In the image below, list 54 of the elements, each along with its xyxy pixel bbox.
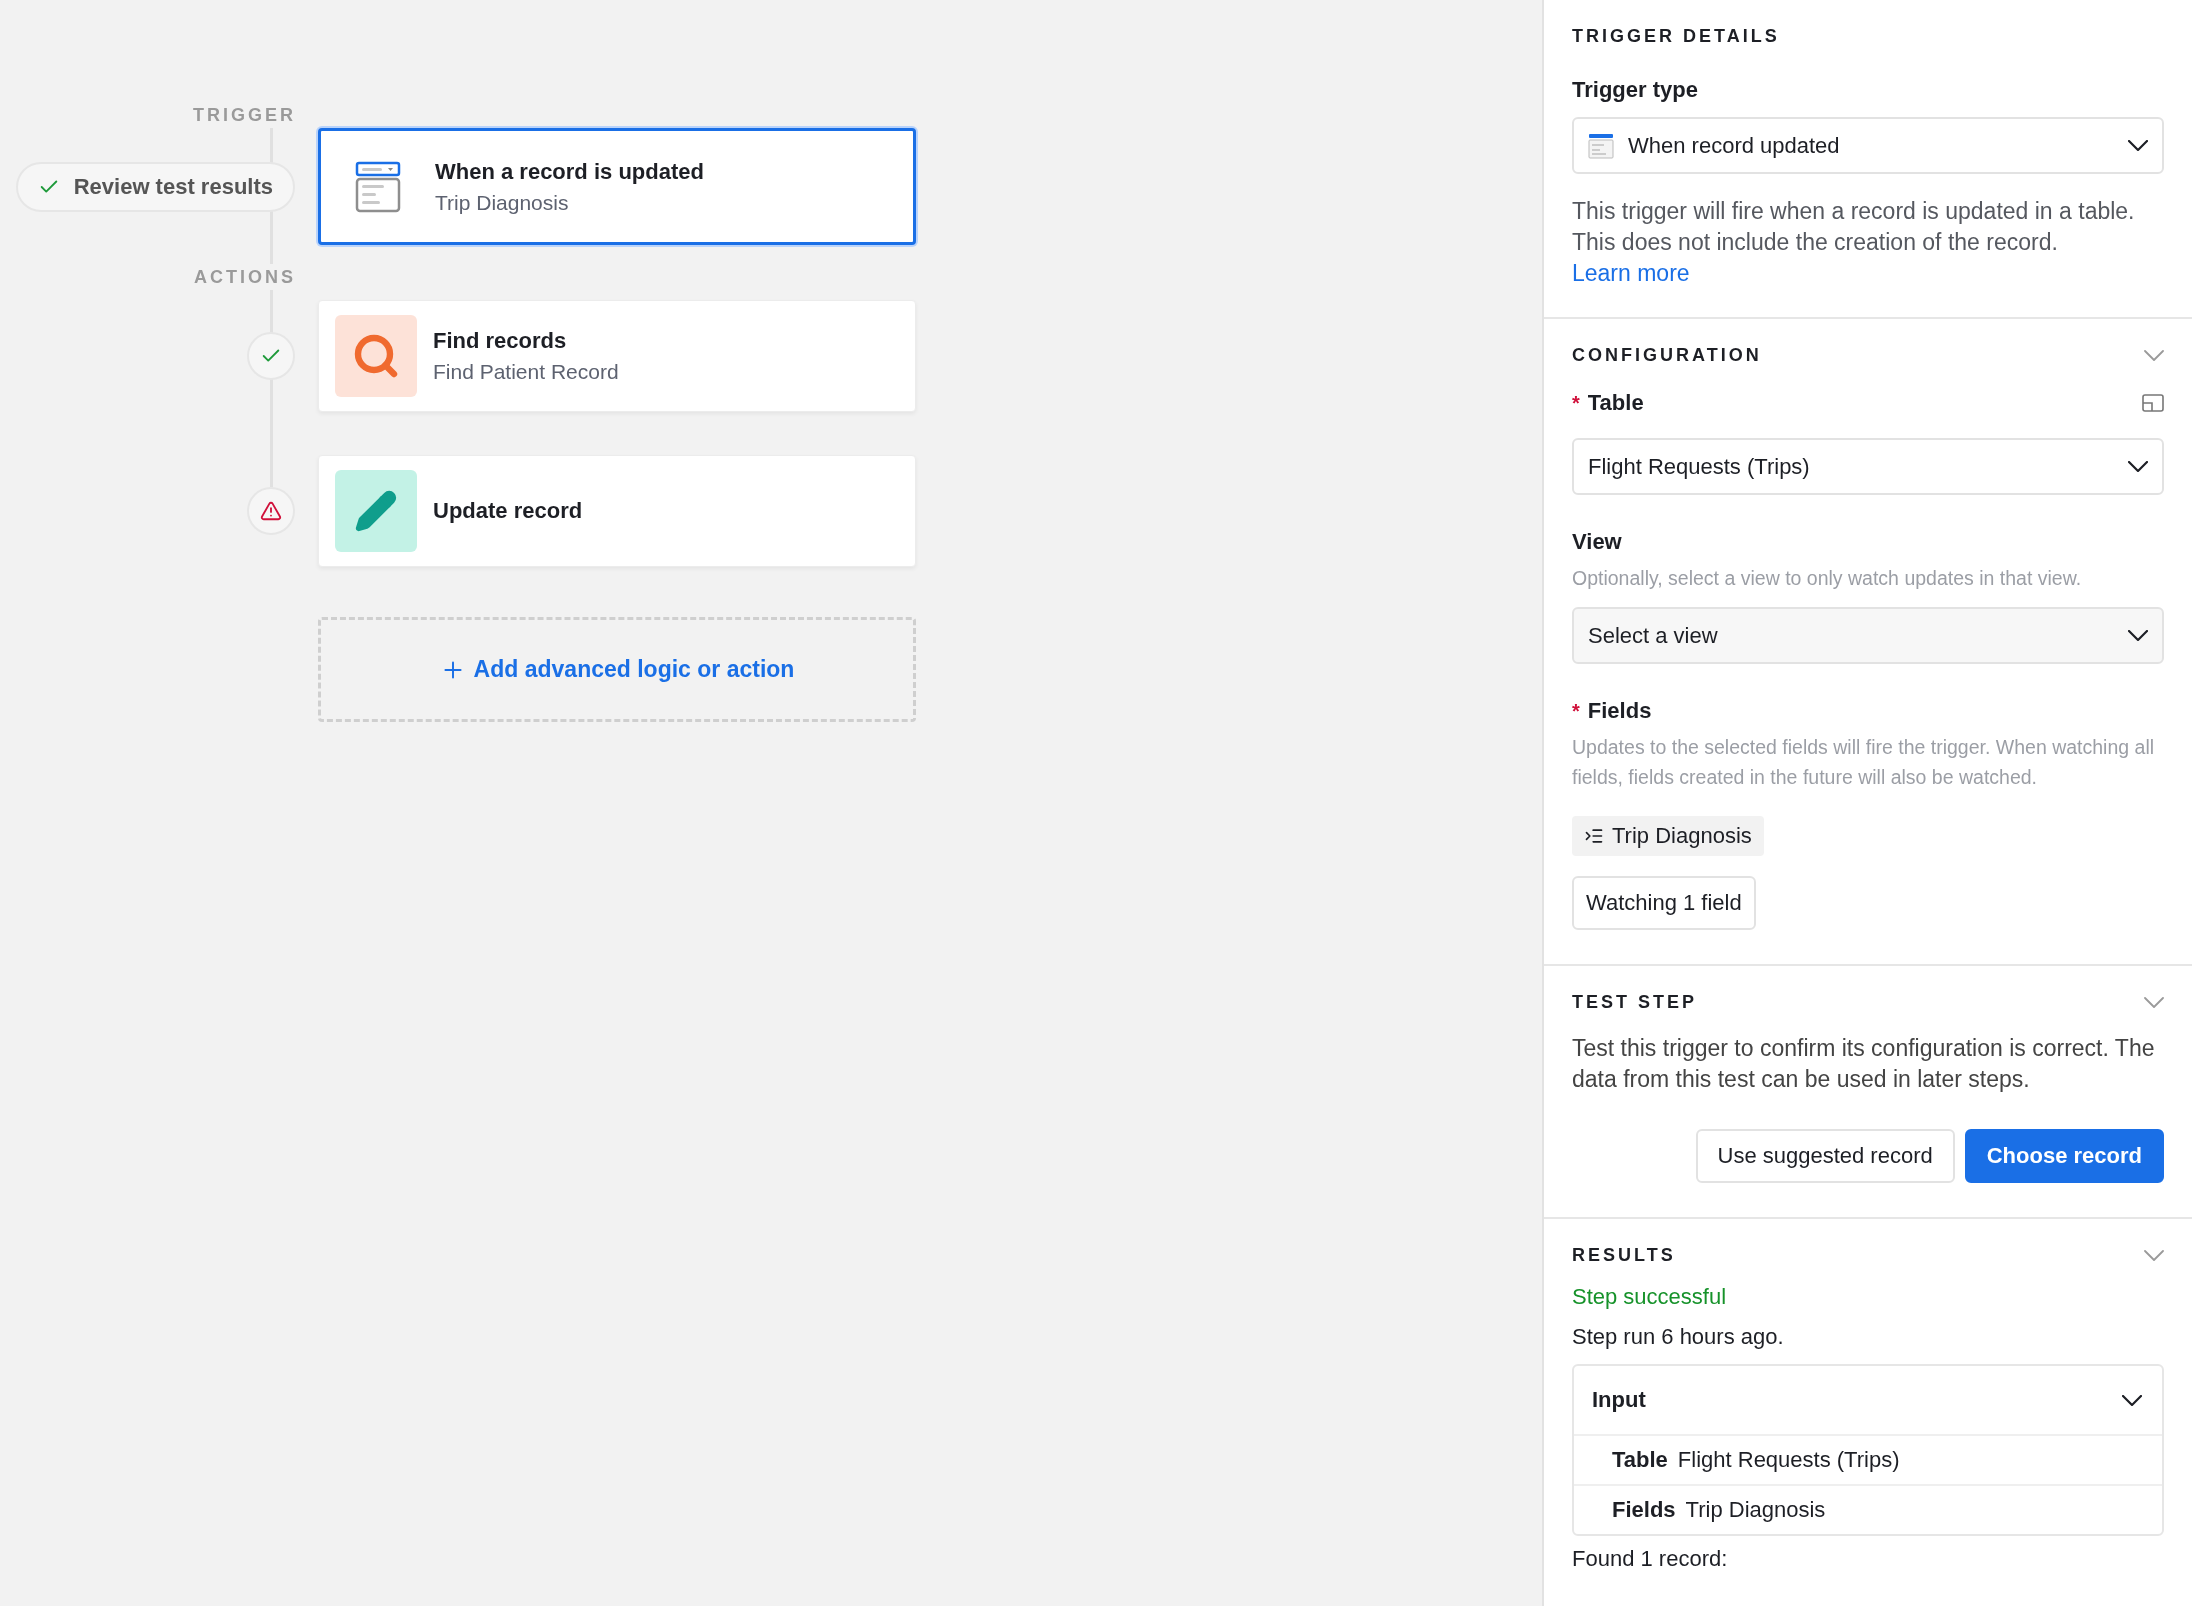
result-status: Step successful [1572, 1284, 1728, 1310]
section-heading: RESULTS [1572, 1245, 1676, 1266]
field-label: Trigger type [1572, 77, 1698, 103]
expand-panel-icon[interactable] [2142, 394, 2164, 412]
test-step-description: Test this trigger to confirm its configuration is correct. The data from this test can be used in later steps. [1572, 1034, 2156, 1094]
form-icon [1588, 132, 1614, 159]
section-heading: TRIGGER DETAILS [1572, 26, 1781, 47]
pencil-icon [354, 489, 398, 533]
field-label: View [1572, 529, 1622, 555]
warning-icon [260, 500, 282, 522]
section-heading: CONFIGURATION [1572, 345, 1762, 366]
input-key: Fields [1612, 1497, 1676, 1523]
run-info: Step run 6 hours ago. [1572, 1324, 1785, 1350]
review-test-results-button[interactable]: Review test results [15, 162, 295, 212]
step-title: Update record [433, 498, 583, 524]
chevron-down-icon [2128, 630, 2148, 641]
step-title: When a record is updated [435, 158, 704, 185]
trigger-description: This trigger will fire when a record is updated in a table. This does not include the creation of the record. Learn more [1572, 197, 2136, 288]
field-hint: Updates to the selected fields will fire the trigger. When watching all fields, fields created in the future will also be watched. [1572, 735, 2156, 790]
learn-more-link[interactable]: Learn more [1572, 260, 1690, 286]
suggested-record-button[interactable]: Use suggested record [1695, 1129, 1955, 1183]
input-key: Table [1612, 1447, 1668, 1473]
chevron-down-icon[interactable] [2144, 1250, 2164, 1261]
field-label: Fields [1587, 698, 1652, 724]
step-subtitle: Trip Diagnosis [435, 190, 570, 215]
step-card[interactable]: When a record is updated Trip Diagnosis [318, 128, 916, 245]
step-card[interactable]: Find records Find Patient Record [318, 300, 916, 412]
field-label: Table [1587, 390, 1644, 416]
found-count: Found 1 record: [1572, 1546, 1729, 1572]
required-marker: * [1572, 699, 1580, 723]
watching-fields-button[interactable]: Watching 1 field [1572, 876, 1756, 930]
chevron-down-icon [2128, 140, 2148, 151]
step-title: Find records [433, 328, 568, 354]
table-select[interactable]: Flight Requests (Trips) [1572, 438, 2164, 495]
step-subtitle: Find Patient Record [433, 360, 619, 384]
input-header[interactable]: Input [1574, 1366, 2162, 1434]
view-select[interactable]: Select a view [1572, 607, 2164, 664]
input-value: Trip Diagnosis [1685, 1497, 1826, 1523]
chevron-down-icon [2122, 1394, 2142, 1406]
add-action-button[interactable]: Add advanced logic or action [318, 617, 916, 722]
field-chip: Trip Diagnosis [1572, 816, 1764, 856]
search-icon [352, 332, 400, 380]
chevron-down-icon [2128, 461, 2148, 472]
step-card[interactable]: Update record [318, 455, 916, 567]
form-icon [355, 160, 401, 213]
chevron-down-icon[interactable] [2144, 350, 2164, 361]
choose-record-button[interactable]: Choose record [1964, 1129, 2164, 1183]
field-type-icon [1584, 826, 1604, 846]
field-hint: Optionally, select a view to only watch updates in that view. [1572, 566, 2083, 591]
required-marker: * [1572, 391, 1580, 415]
trigger-type-select[interactable]: When record updated [1572, 117, 2164, 174]
section-heading: TEST STEP [1572, 992, 1697, 1013]
input-value: Flight Requests (Trips) [1677, 1447, 1900, 1473]
chevron-down-icon[interactable] [2144, 997, 2164, 1008]
